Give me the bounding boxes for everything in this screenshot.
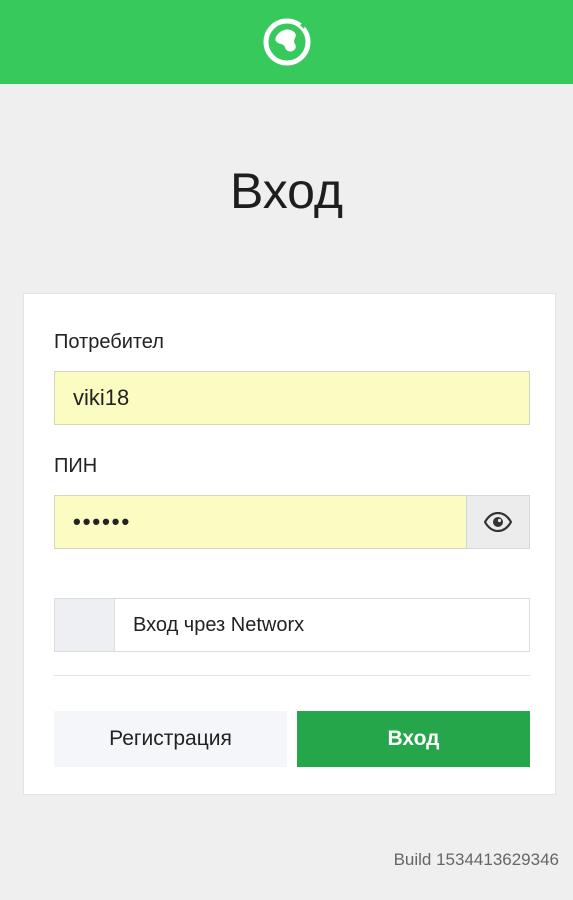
eye-icon [484,512,512,532]
login-button[interactable]: Вход [297,711,530,767]
page-title: Вход [229,163,344,219]
register-button[interactable]: Регистрация [54,711,287,767]
app-header [0,0,573,84]
networx-login-label: Вход чрез Networx [133,613,305,636]
username-field[interactable]: viki18 [54,371,530,425]
globe-logo-icon [263,18,310,66]
pin-label: ПИН [54,455,98,477]
networx-login-checkbox[interactable]: Вход чрез Networx [54,598,530,652]
checkbox-box[interactable] [55,599,115,651]
divider [54,675,530,676]
pin-field[interactable]: •••••• [54,495,467,549]
show-pin-button[interactable] [466,495,530,549]
build-number: Build 1534413629346 [393,850,559,869]
username-label: Потребител [54,331,164,353]
login-card: Потребител viki18 ПИН •••••• Вход чрез N… [23,293,556,795]
